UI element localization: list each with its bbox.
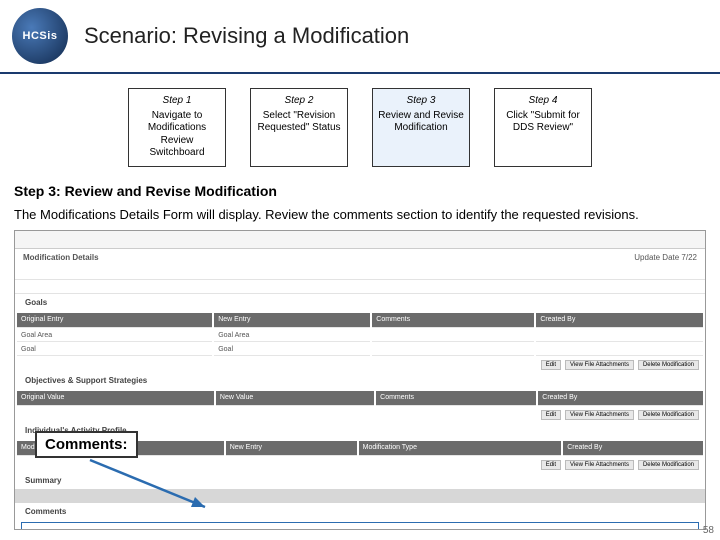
delete-button[interactable]: Delete Modification bbox=[638, 360, 699, 370]
step-1-label: Step 1 bbox=[133, 95, 221, 108]
form-screenshot: Modification Details Update Date 7/22 Go… bbox=[14, 230, 706, 530]
arrow-icon bbox=[85, 455, 225, 515]
step-3: Step 3 Review and Revise Modification bbox=[372, 88, 470, 167]
goals-header: Goals bbox=[25, 298, 47, 307]
step-4-label: Step 4 bbox=[499, 95, 587, 108]
page-title: Scenario: Revising a Modification bbox=[84, 23, 409, 49]
region-title: Modification Details bbox=[23, 253, 99, 262]
steps-row: Step 1 Navigate to Modifications Review … bbox=[0, 74, 720, 177]
view-file-button-3[interactable]: View File Attachments bbox=[565, 460, 634, 470]
goals-buttons: Edit View File Attachments Delete Modifi… bbox=[15, 358, 705, 372]
view-file-button-2[interactable]: View File Attachments bbox=[565, 410, 634, 420]
comments-callout: Comments: bbox=[35, 431, 138, 458]
comments-highlight bbox=[21, 522, 699, 530]
step-1-desc: Navigate to Modifications Review Switchb… bbox=[148, 110, 206, 159]
step-4-desc: Click "Submit for DDS Review" bbox=[506, 110, 580, 134]
step-3-desc: Review and Revise Modification bbox=[378, 110, 464, 134]
step-2-label: Step 2 bbox=[255, 95, 343, 108]
delete-button-3[interactable]: Delete Modification bbox=[638, 460, 699, 470]
objectives-table: Original ValueNew ValueCommentsCreated B… bbox=[15, 389, 705, 408]
page-number: 58 bbox=[703, 525, 714, 536]
hcsis-logo: HCSis bbox=[12, 8, 68, 64]
goals-table: Original EntryNew EntryCommentsCreated B… bbox=[15, 311, 705, 358]
step-2-desc: Select "Revision Requested" Status bbox=[257, 110, 340, 134]
edit-button-2[interactable]: Edit bbox=[541, 410, 561, 420]
logo-text: HCSis bbox=[23, 30, 58, 42]
summary-header: Summary bbox=[25, 476, 61, 485]
step-2: Step 2 Select "Revision Requested" Statu… bbox=[250, 88, 348, 167]
section-desc: The Modifications Details Form will disp… bbox=[0, 203, 720, 230]
delete-button-2[interactable]: Delete Modification bbox=[638, 410, 699, 420]
edit-button-3[interactable]: Edit bbox=[541, 460, 561, 470]
objectives-header: Objectives & Support Strategies bbox=[25, 376, 147, 385]
view-file-button[interactable]: View File Attachments bbox=[565, 360, 634, 370]
comments-header: Comments bbox=[25, 507, 66, 516]
step-4: Step 4 Click "Submit for DDS Review" bbox=[494, 88, 592, 167]
step-3-label: Step 3 bbox=[377, 95, 465, 108]
edit-button[interactable]: Edit bbox=[541, 360, 561, 370]
section-title: Step 3: Review and Revise Modification bbox=[0, 177, 720, 203]
step-1: Step 1 Navigate to Modifications Review … bbox=[128, 88, 226, 167]
update-date: Update Date 7/22 bbox=[634, 253, 697, 262]
